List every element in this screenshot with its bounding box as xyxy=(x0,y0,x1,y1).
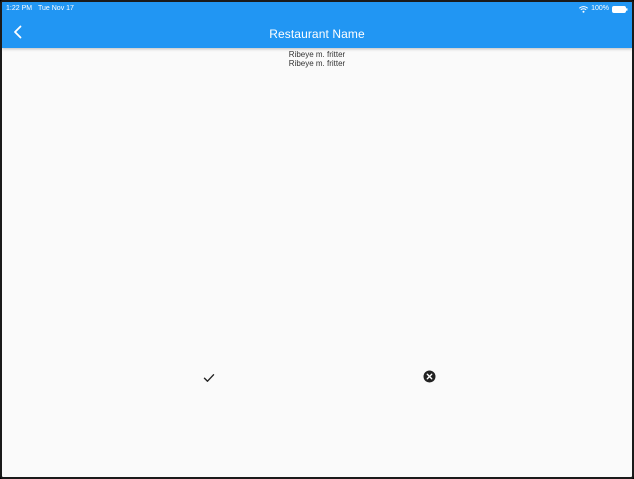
item-name-line: Ribeye m. fritter xyxy=(288,50,346,59)
status-bar: 1:22 PM Tue Nov 17 100% xyxy=(2,2,632,16)
page-title: Restaurant Name xyxy=(269,27,365,41)
battery-icon xyxy=(612,5,628,13)
status-date: Tue Nov 17 xyxy=(38,5,74,12)
item-name-line: Ribeye m. fritter xyxy=(288,59,346,68)
app-bar: 1:22 PM Tue Nov 17 100% Restaurant Name xyxy=(2,2,632,48)
status-time: 1:22 PM xyxy=(6,5,33,12)
app-screen: 1:22 PM Tue Nov 17 100% Restaurant Name … xyxy=(0,0,634,479)
cancel-circle-icon xyxy=(423,370,436,388)
check-icon xyxy=(203,370,215,388)
wifi-icon xyxy=(579,5,589,13)
confirm-button[interactable] xyxy=(199,368,219,390)
battery-percent: 100% xyxy=(591,5,609,12)
status-indicators: 100% xyxy=(579,2,628,16)
cancel-button[interactable] xyxy=(419,368,439,390)
content-area: Ribeye m. fritter Ribeye m. fritter xyxy=(2,48,632,477)
